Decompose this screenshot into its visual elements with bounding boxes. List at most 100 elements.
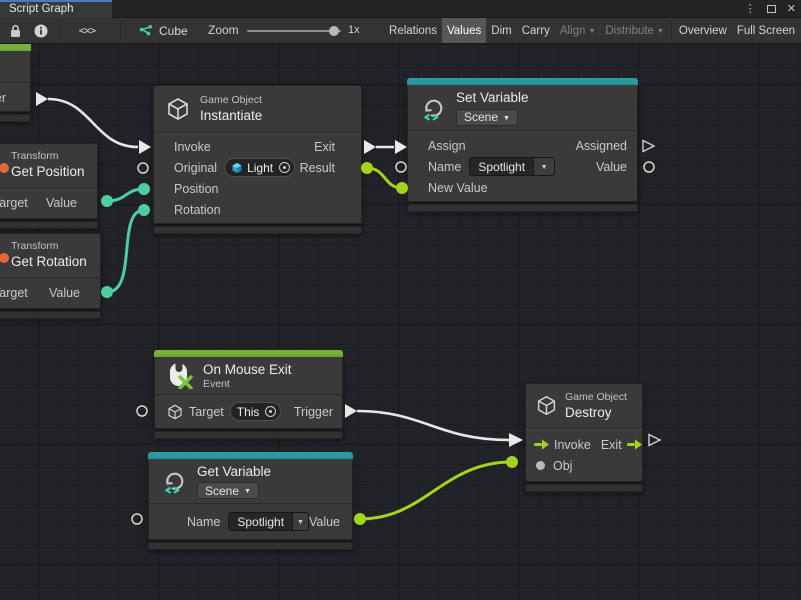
code-icon: <×>: [79, 24, 96, 37]
node-title: Set Variable: [456, 89, 529, 106]
node-get-rotation[interactable]: Transform Get Rotation Target Value: [0, 233, 101, 319]
port-label-trigger: Trigger: [294, 405, 333, 419]
object-field-light[interactable]: Light: [224, 158, 295, 177]
node-category: Transform: [11, 240, 90, 253]
values-button[interactable]: Values: [442, 18, 486, 43]
variable-name-combo[interactable]: Spotlight ▼: [469, 157, 555, 176]
node-footer: [0, 114, 31, 122]
toolbar-separator: [58, 20, 59, 41]
info-icon: [34, 24, 48, 38]
object-picker-icon[interactable]: [265, 406, 276, 417]
node-get-position[interactable]: Transform Get Position Target Value: [0, 143, 98, 229]
node-category: Game Object: [200, 94, 262, 107]
lock-icon: [9, 24, 22, 38]
variable-accent-bar: [407, 78, 638, 85]
tab-title: Script Graph: [9, 3, 74, 15]
port-label-assign: Assign: [428, 139, 466, 153]
node-category: Game Object: [565, 391, 627, 404]
variable-scope-value: Scene: [464, 110, 498, 124]
port-label-exit: Exit: [601, 438, 622, 452]
fullscreen-button[interactable]: Full Screen: [732, 18, 800, 43]
value-dot-icon: [536, 461, 545, 470]
chevron-down-icon: ▼: [588, 28, 595, 35]
node-footer: [153, 226, 362, 234]
node-instantiate[interactable]: Game Object Instantiate Invoke Exit Orig…: [153, 85, 362, 234]
carry-button[interactable]: Carry: [517, 18, 555, 43]
variable-scope-dropdown[interactable]: Scene ▼: [197, 482, 259, 499]
variable-scope-value: Scene: [205, 484, 239, 498]
object-picker-icon[interactable]: [279, 162, 290, 173]
script-graph-window: Script Graph ⋮ ✕ <×>: [0, 0, 801, 600]
variable-accent-bar: [148, 452, 353, 459]
node-title: Instantiate: [200, 107, 262, 124]
graph-breadcrumb[interactable]: Cube: [138, 18, 188, 43]
variable-scope-dropdown[interactable]: Scene ▼: [456, 109, 518, 126]
mouse-event-icon: [167, 362, 193, 389]
object-field-this[interactable]: This: [230, 402, 282, 421]
relations-button[interactable]: Relations: [384, 18, 442, 43]
tab-script-graph[interactable]: Script Graph: [0, 0, 112, 18]
node-footer: [407, 204, 638, 212]
node-set-variable[interactable]: Set Variable Scene ▼ Assign Assigned Nam…: [407, 78, 638, 212]
node-destroy[interactable]: Game Object Destroy Invoke Exit: [525, 383, 643, 492]
toolbar-separator: [120, 20, 121, 41]
transform-icon: [0, 163, 9, 173]
node-subtitle: Event: [203, 378, 292, 391]
chevron-down-icon: ▼: [657, 28, 664, 35]
port-label-result: Result: [300, 161, 335, 175]
overview-button[interactable]: Overview: [674, 18, 732, 43]
distribute-dropdown[interactable]: Distribute▼: [600, 18, 669, 43]
zoom-value: 1x: [348, 24, 360, 36]
info-button[interactable]: [28, 18, 54, 43]
window-controls: ⋮ ✕: [745, 0, 796, 18]
port-label-original: Original: [174, 161, 217, 175]
variables-icon: [420, 95, 446, 121]
game-object-icon: [231, 162, 243, 174]
zoom-slider[interactable]: [247, 30, 341, 32]
close-icon[interactable]: ✕: [787, 4, 796, 15]
node-footer: [148, 542, 353, 550]
node-category: Transform: [11, 150, 87, 163]
port-label-value: Value: [46, 196, 77, 210]
node-footer: [0, 311, 101, 319]
variable-name-combo[interactable]: Spotlight ▼: [228, 512, 309, 531]
dim-button[interactable]: Dim: [486, 18, 516, 43]
port-label-name: Name: [187, 515, 220, 529]
node-get-variable[interactable]: Get Variable Scene ▼ Name Spotlight ▼: [148, 452, 353, 550]
cube-icon: [536, 395, 557, 416]
object-field-value: This: [237, 405, 260, 419]
flow-arrow-icon: [627, 439, 642, 450]
graph-canvas[interactable]: [0, 44, 801, 600]
node-title: Destroy: [565, 404, 627, 421]
tab-strip: Script Graph ⋮ ✕: [0, 0, 801, 18]
toolbar-right-buttons: Relations Values Dim Carry Align▼ Distri…: [384, 18, 800, 43]
port-label-name: Name: [428, 160, 461, 174]
kebab-menu-icon[interactable]: ⋮: [745, 4, 756, 15]
node-title: Get Variable: [197, 463, 271, 480]
maximize-icon[interactable]: [767, 5, 776, 13]
port-label-target: Target: [189, 405, 224, 419]
variable-name-value: Spotlight: [229, 513, 292, 530]
chevron-down-icon: ▼: [503, 115, 510, 122]
transform-icon: [0, 253, 9, 263]
port-label-value: Value: [309, 515, 340, 529]
variable-name-value: Spotlight: [470, 158, 533, 175]
node-on-mouse-exit[interactable]: On Mouse Exit Event Target This: [154, 350, 343, 439]
event-accent-bar: [154, 350, 343, 357]
zoom-slider-handle[interactable]: [329, 26, 339, 36]
graph-target-label: Cube: [159, 24, 188, 38]
port-label-invoke: Invoke: [174, 140, 211, 154]
port-label-new-value: New Value: [428, 181, 488, 195]
port-label-trigger: Trigger: [0, 91, 6, 105]
align-dropdown[interactable]: Align▼: [555, 18, 601, 43]
lock-button[interactable]: [2, 18, 28, 43]
node-title: On Mouse Exit: [203, 361, 292, 378]
graph-icon: [138, 24, 153, 38]
toolbar-separator: [671, 20, 672, 41]
edit-source-button[interactable]: <×>: [70, 18, 104, 43]
cube-icon: [167, 404, 183, 420]
port-label-position: Position: [174, 182, 218, 196]
port-label-exit: Exit: [314, 140, 335, 154]
node-clipped-event[interactable]: Trigger: [0, 44, 31, 122]
chevron-down-icon: ▼: [244, 488, 251, 495]
